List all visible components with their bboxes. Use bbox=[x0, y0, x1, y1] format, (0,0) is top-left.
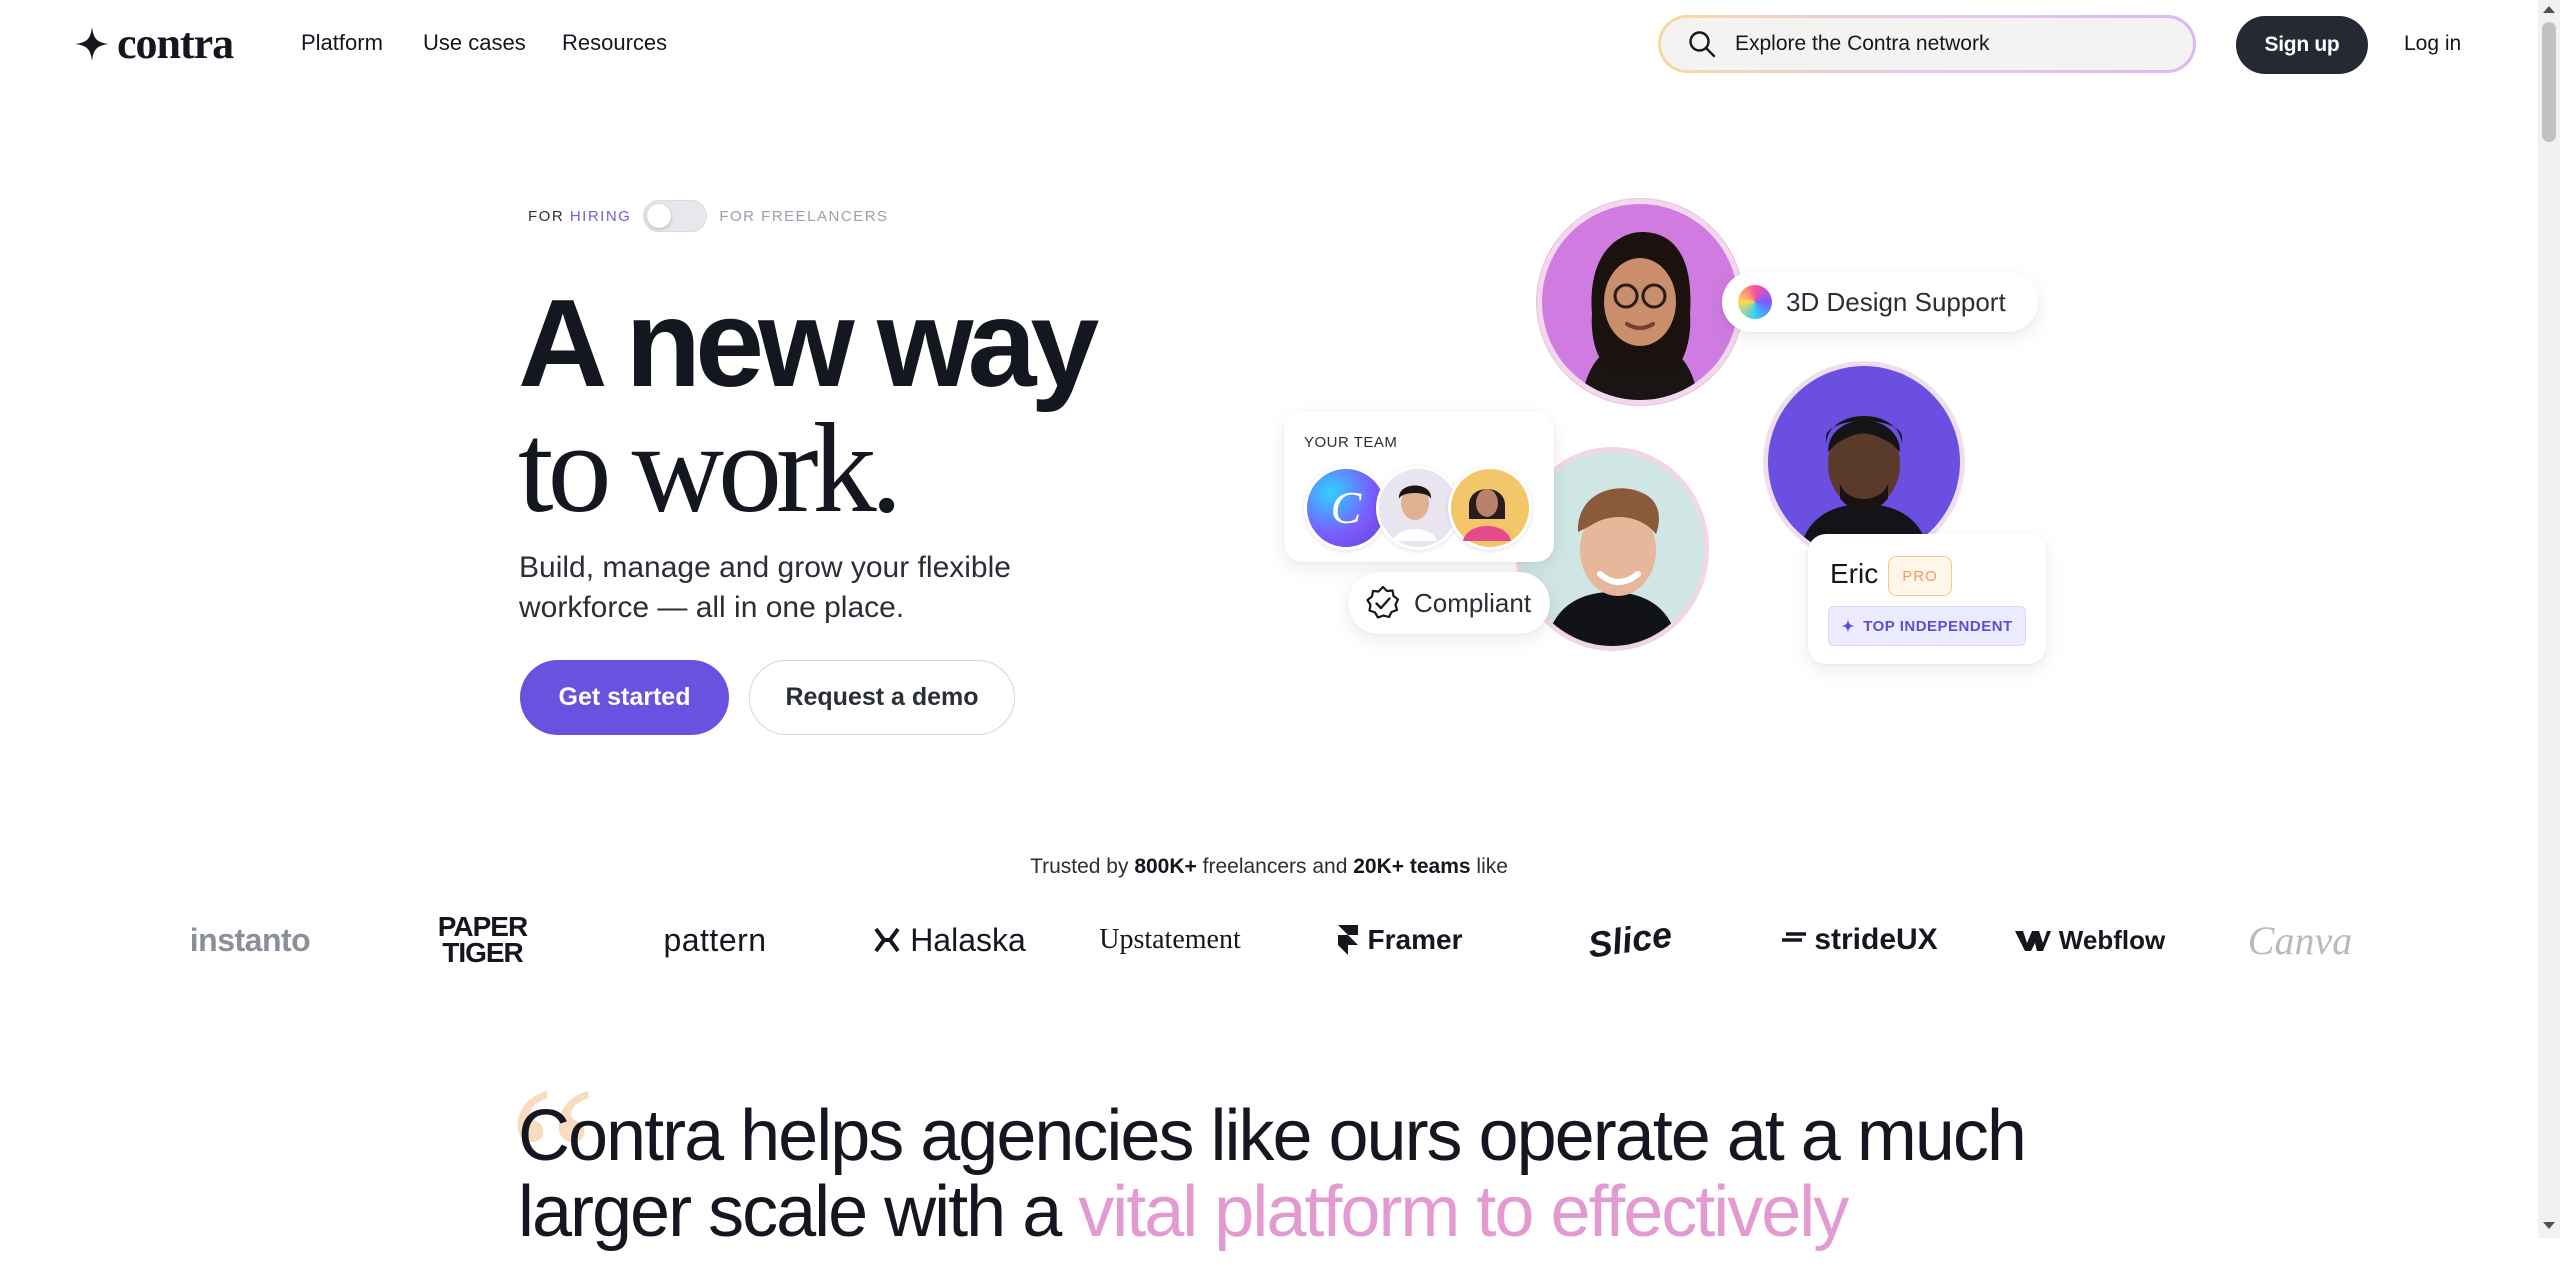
freelancer-avatar-man bbox=[1768, 366, 1960, 558]
search-icon bbox=[1689, 31, 1716, 58]
team-member-avatar bbox=[1448, 466, 1532, 550]
trusted-suffix: like bbox=[1470, 855, 1508, 878]
nav-resources[interactable]: Resources bbox=[562, 30, 667, 56]
top-independent-label: TOP INDEPENDENT bbox=[1863, 617, 2013, 635]
toggle-for-text: FOR bbox=[528, 207, 565, 225]
scroll-up-arrow-icon[interactable] bbox=[2543, 6, 2555, 13]
strideux-mark-icon bbox=[1782, 932, 1807, 942]
signup-button[interactable]: Sign up bbox=[2236, 16, 2368, 74]
logo-framer: Framer bbox=[1310, 905, 1490, 975]
page-scrollbar[interactable] bbox=[2538, 0, 2560, 1238]
hero-headline-line2: to work. bbox=[518, 397, 903, 539]
skill-pill-label: 3D Design Support bbox=[1786, 286, 2006, 317]
team-card-label: YOUR TEAM bbox=[1304, 434, 1398, 451]
framer-mark-icon bbox=[1337, 925, 1358, 955]
freelancer-profile-card: Eric PRO TOP INDEPENDENT bbox=[1808, 534, 2046, 664]
logo-instanto: instanto bbox=[189, 921, 311, 958]
hero-subtitle: Build, manage and grow your flexible wor… bbox=[519, 551, 1011, 624]
webflow-wordmark: Webflow bbox=[2058, 924, 2166, 955]
switch-knob bbox=[647, 204, 672, 228]
skill-pill: 3D Design Support bbox=[1722, 272, 2038, 332]
scroll-down-arrow-icon[interactable] bbox=[2543, 1222, 2555, 1229]
hero-headline-line1: A new way bbox=[518, 275, 1099, 413]
logo-slice: Slice bbox=[1585, 913, 1675, 966]
logo-webflow: Webflow bbox=[2000, 905, 2180, 975]
audience-switch[interactable] bbox=[643, 200, 708, 232]
trusted-prefix: Trusted by bbox=[1030, 855, 1135, 878]
toggle-hiring-text: HIRING bbox=[569, 207, 632, 225]
request-demo-button[interactable]: Request a demo bbox=[749, 660, 1015, 735]
pro-badge: PRO bbox=[1888, 556, 1952, 596]
nav-platform[interactable]: Platform bbox=[301, 30, 383, 56]
trusted-freelancers-count: 800K+ bbox=[1134, 855, 1197, 878]
search-input[interactable] bbox=[1733, 31, 2167, 57]
halaska-mark-icon bbox=[874, 927, 900, 953]
get-started-button[interactable]: Get started bbox=[520, 660, 729, 735]
strideux-wordmark: strideUX bbox=[1814, 923, 1938, 956]
contra-star-icon bbox=[75, 27, 109, 61]
framer-wordmark: Framer bbox=[1367, 924, 1463, 955]
logo-strideux: strideUX bbox=[1770, 905, 1950, 975]
brand-logo[interactable]: contra bbox=[75, 19, 234, 68]
freelancer-name: Eric bbox=[1830, 558, 1879, 589]
brand-name: contra bbox=[117, 19, 234, 68]
audience-toggle: FOR HIRING FOR FREELANCERS bbox=[528, 200, 889, 232]
client-logo-strip: instanto PAPER TIGER pattern Halaska Ups… bbox=[160, 905, 2380, 975]
nav-use-cases[interactable]: Use cases bbox=[423, 30, 526, 56]
freelancer-avatar-woman bbox=[1542, 204, 1738, 400]
top-independent-badge: TOP INDEPENDENT bbox=[1828, 606, 2026, 646]
logo-canva: Canva bbox=[2247, 917, 2353, 963]
logo-paper-tiger: PAPER TIGER bbox=[437, 911, 528, 968]
login-link[interactable]: Log in bbox=[2404, 32, 2461, 56]
logo-upstatement: Upstatement bbox=[1099, 924, 1241, 955]
trusted-by-text: Trusted by 800K+ freelancers and 20K+ te… bbox=[0, 855, 2538, 879]
blender-icon bbox=[1738, 285, 1772, 319]
compliant-badge: Compliant bbox=[1348, 572, 1550, 634]
svg-text:C: C bbox=[1331, 482, 1363, 533]
logo-halaska: Halaska bbox=[860, 905, 1040, 975]
webflow-mark-icon bbox=[2014, 931, 2051, 951]
search-bar[interactable] bbox=[1658, 15, 2196, 73]
testimonial-quote: Contra helps agencies like ours operate … bbox=[518, 1098, 2078, 1250]
sparkle-icon bbox=[1841, 619, 1856, 633]
quote-highlight: vital platform to effectively bbox=[1078, 1172, 1849, 1252]
toggle-label-hiring: FOR HIRING bbox=[528, 208, 631, 225]
compliant-label: Compliant bbox=[1414, 587, 1532, 618]
trusted-mid: freelancers and bbox=[1196, 855, 1354, 878]
logo-pattern: pattern bbox=[663, 921, 767, 958]
trusted-teams-count: 20K+ teams bbox=[1353, 855, 1471, 878]
verified-check-icon bbox=[1366, 585, 1400, 619]
toggle-label-freelancers[interactable]: FOR FREELANCERS bbox=[719, 208, 888, 225]
your-team-card: YOUR TEAM C bbox=[1284, 412, 1554, 562]
scrollbar-thumb[interactable] bbox=[2542, 22, 2556, 142]
halaska-wordmark: Halaska bbox=[910, 921, 1026, 958]
